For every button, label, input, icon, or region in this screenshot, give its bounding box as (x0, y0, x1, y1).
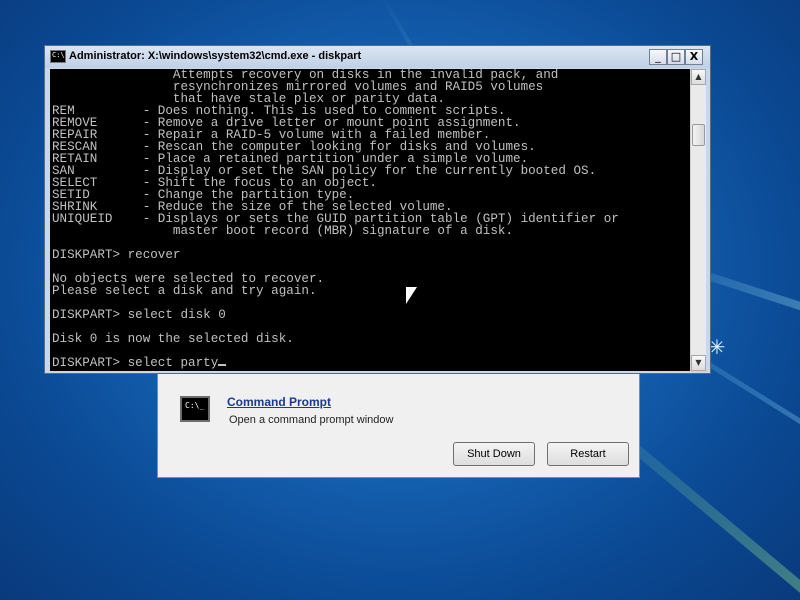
system-recovery-options-panel: C:\_ Command Prompt Open a command promp… (157, 365, 640, 478)
scroll-down-arrow-icon[interactable]: ▼ (691, 355, 706, 371)
restart-button[interactable]: Restart (547, 442, 629, 466)
scrollbar-thumb[interactable] (692, 124, 705, 146)
command-prompt-link[interactable]: Command Prompt (227, 395, 331, 409)
command-prompt-icon[interactable]: C:\_ (180, 396, 210, 422)
console-line: Please select a disk and try again. (52, 284, 317, 298)
console-line: DISKPART> select party (52, 356, 219, 370)
scroll-up-arrow-icon[interactable]: ▲ (691, 69, 706, 85)
window-title: Administrator: X:\windows\system32\cmd.e… (69, 50, 362, 62)
console-line: DISKPART> select disk 0 (52, 308, 226, 322)
command-prompt-description: Open a command prompt window (229, 414, 394, 426)
shut-down-button[interactable]: Shut Down (453, 442, 535, 466)
maximize-button[interactable]: □ (667, 49, 685, 65)
minimize-button[interactable]: _ (649, 49, 667, 65)
console-line: master boot record (MBR) signature of a … (52, 224, 514, 238)
cmd-icon[interactable]: C:\ (50, 50, 66, 63)
close-button[interactable]: X (685, 49, 703, 65)
console-line: DISKPART> recover (52, 248, 181, 262)
console-line: Disk 0 is now the selected disk. (52, 332, 294, 346)
text-cursor (218, 364, 227, 366)
console-output[interactable]: Attempts recovery on disks in the invali… (50, 69, 690, 371)
console-text[interactable]: Attempts recovery on disks in the invali… (50, 69, 690, 369)
cmd-window[interactable]: C:\ Administrator: X:\windows\system32\c… (44, 45, 711, 374)
window-titlebar[interactable]: C:\ Administrator: X:\windows\system32\c… (45, 46, 710, 68)
vertical-scrollbar[interactable]: ▲ ▼ (690, 69, 706, 371)
mouse-pointer-icon (406, 287, 417, 304)
